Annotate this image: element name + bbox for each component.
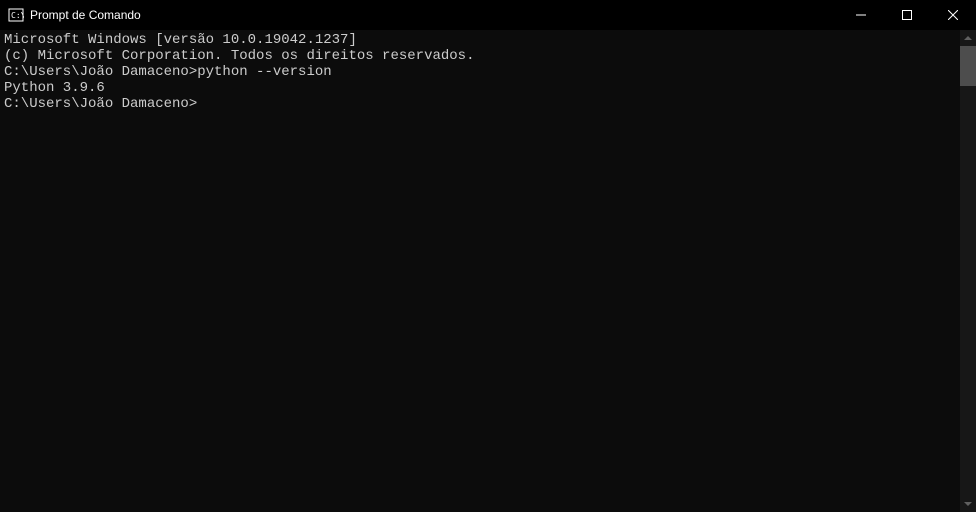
scroll-down-arrow-icon[interactable] bbox=[960, 496, 976, 512]
window-controls bbox=[838, 0, 976, 30]
window-title: Prompt de Comando bbox=[30, 8, 838, 22]
terminal-line: (c) Microsoft Corporation. Todos os dire… bbox=[4, 48, 956, 64]
terminal-line: Python 3.9.6 bbox=[4, 80, 956, 96]
window-titlebar: C:\ Prompt de Comando bbox=[0, 0, 976, 30]
cmd-icon: C:\ bbox=[8, 7, 24, 23]
vertical-scrollbar[interactable] bbox=[960, 30, 976, 512]
svg-text:C:\: C:\ bbox=[11, 11, 24, 20]
maximize-button[interactable] bbox=[884, 0, 930, 30]
scroll-up-arrow-icon[interactable] bbox=[960, 30, 976, 46]
minimize-button[interactable] bbox=[838, 0, 884, 30]
terminal-line: C:\Users\João Damaceno>python --version bbox=[4, 64, 956, 80]
terminal-area: Microsoft Windows [versão 10.0.19042.123… bbox=[0, 30, 976, 512]
terminal-line: Microsoft Windows [versão 10.0.19042.123… bbox=[4, 32, 956, 48]
terminal-line: C:\Users\João Damaceno> bbox=[4, 96, 956, 112]
scrollbar-thumb[interactable] bbox=[960, 46, 976, 86]
close-button[interactable] bbox=[930, 0, 976, 30]
terminal-output[interactable]: Microsoft Windows [versão 10.0.19042.123… bbox=[0, 30, 960, 512]
